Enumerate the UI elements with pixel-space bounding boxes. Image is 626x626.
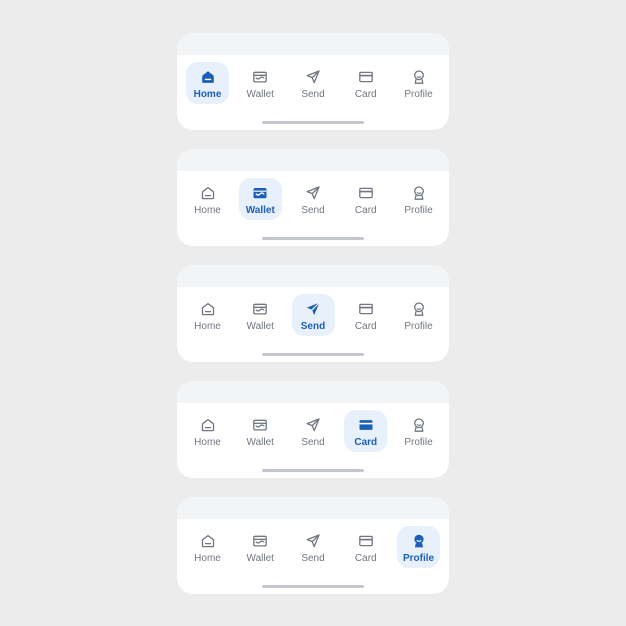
tab-profile[interactable]: Profile [397,62,440,104]
home-icon [200,533,216,549]
tab-label: Profile [404,89,433,100]
profile-icon [411,185,427,201]
tabbar-card-wallet: Home Wallet Send Card Profile [177,149,449,246]
tab-label: Wallet [246,321,274,332]
tab-wallet[interactable]: Wallet [239,526,282,568]
card-icon [358,417,374,433]
tab-label: Home [194,437,221,448]
bottom-tab-bar: Home Wallet Send Card Profile [177,410,449,452]
home-icon [200,185,216,201]
tab-label: Home [193,89,222,100]
bottom-tab-bar: Home Wallet Send Card Profile [177,178,449,220]
tab-label: Home [194,205,221,216]
wallet-icon [252,533,268,549]
tab-home[interactable]: Home [186,526,229,568]
tab-send[interactable]: Send [292,526,335,568]
top-strip [177,497,449,519]
profile-icon [411,533,427,549]
tab-card[interactable]: Card [344,178,387,220]
tabbar-variants: Home Wallet Send Card Profile Home Walle… [177,33,449,594]
tab-profile[interactable]: Profile [397,178,440,220]
profile-icon [411,301,427,317]
tab-home[interactable]: Home [186,178,229,220]
tab-label: Send [301,205,325,216]
tab-label: Wallet [246,437,274,448]
tab-wallet[interactable]: Wallet [239,410,282,452]
tab-home[interactable]: Home [186,294,229,336]
tab-label: Card [354,437,378,448]
tab-label: Wallet [245,205,275,216]
send-icon [305,69,321,85]
tab-label: Send [301,437,325,448]
card-icon [358,301,374,317]
profile-icon [411,69,427,85]
tab-card[interactable]: Card [344,526,387,568]
wallet-icon [252,301,268,317]
tab-label: Profile [404,321,433,332]
home-icon [200,417,216,433]
tabbar-card-profile: Home Wallet Send Card Profile [177,497,449,594]
home-icon [200,301,216,317]
tab-send[interactable]: Send [292,410,335,452]
card-icon [358,533,374,549]
tab-label: Send [301,553,325,564]
tabbar-card-card: Home Wallet Send Card Profile [177,381,449,478]
tab-label: Wallet [246,553,274,564]
tab-card[interactable]: Card [344,294,387,336]
home-indicator [262,469,364,472]
home-indicator [262,121,364,124]
tab-label: Profile [402,553,435,564]
profile-icon [411,417,427,433]
home-icon [200,69,216,85]
tab-send[interactable]: Send [292,178,335,220]
tab-label: Card [354,89,377,100]
page: { "tabs": [ {"id": "home", "label": "Hom… [0,0,626,626]
tab-label: Card [354,321,377,332]
tabbar-card-home: Home Wallet Send Card Profile [177,33,449,130]
tab-wallet[interactable]: Wallet [238,178,282,220]
top-strip [177,265,449,287]
card-icon [358,185,374,201]
tabbar-card-send: Home Wallet Send Card Profile [177,265,449,362]
send-icon [305,533,321,549]
home-indicator [262,585,364,588]
tab-label: Home [194,321,221,332]
tab-label: Wallet [246,89,274,100]
tab-home[interactable]: Home [186,410,229,452]
wallet-icon [252,185,268,201]
tab-wallet[interactable]: Wallet [239,62,282,104]
tab-label: Profile [404,437,433,448]
tab-label: Card [354,205,377,216]
wallet-icon [252,69,268,85]
tab-card[interactable]: Card [344,62,387,104]
home-indicator [262,237,364,240]
tab-label: Home [194,553,221,564]
tab-send[interactable]: Send [292,62,335,104]
wallet-icon [252,417,268,433]
home-indicator [262,353,364,356]
top-strip [177,149,449,171]
tab-label: Send [301,89,325,100]
tab-home[interactable]: Home [186,62,229,104]
send-icon [305,301,321,317]
card-icon [358,69,374,85]
top-strip [177,33,449,55]
bottom-tab-bar: Home Wallet Send Card Profile [177,526,449,568]
tab-profile[interactable]: Profile [397,526,440,568]
tab-wallet[interactable]: Wallet [239,294,282,336]
tab-send[interactable]: Send [291,294,335,336]
tab-label: Profile [404,205,433,216]
top-strip [177,381,449,403]
send-icon [305,185,321,201]
tab-profile[interactable]: Profile [397,410,440,452]
tab-label: Card [354,553,377,564]
bottom-tab-bar: Home Wallet Send Card Profile [177,62,449,104]
tab-card[interactable]: Card [344,410,388,452]
send-icon [305,417,321,433]
tab-profile[interactable]: Profile [397,294,440,336]
bottom-tab-bar: Home Wallet Send Card Profile [177,294,449,336]
tab-label: Send [300,321,326,332]
